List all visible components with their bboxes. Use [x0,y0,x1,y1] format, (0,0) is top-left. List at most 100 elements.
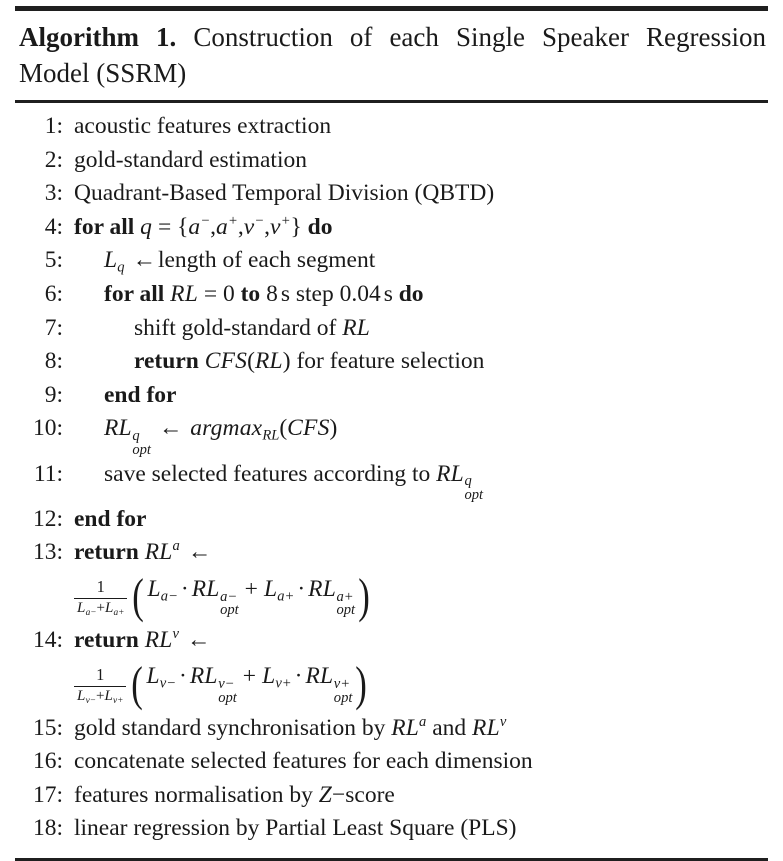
keyword-to: to [240,280,261,307]
algorithm-line-1: 1 acoustic features extraction [17,110,766,144]
term2-scripts: v+ opt [334,677,353,705]
line3-text: Quadrant-Based Temporal Division (QBTD) [74,180,495,207]
term2-L-sub: v+ [275,676,292,693]
arg-CFS: CFS [287,415,330,442]
term2-L-sub: a+ [277,588,295,605]
step-label: step [295,280,334,307]
line-number: 11 [17,458,63,492]
term2-sub: opt [333,689,353,706]
term1-RL: RL [191,575,220,602]
line-content: return RLa ← [63,536,766,570]
algorithm-line-3: 3 Quadrant-Based Temporal Division (QBTD… [17,177,766,211]
term1-scripts: v− opt [218,677,237,705]
set-elem-2-sup: + [228,212,238,229]
function-cfs: CFS [204,348,248,375]
var-RL: RL [144,626,173,653]
line-content: acoustic features extraction [63,110,766,144]
algorithm-line-16: 16 concatenate selected features for eac… [17,745,766,779]
fraction-coefficient-v: 1 Lv−+Lv+ [74,664,127,706]
assign-arrow: ← [187,539,212,566]
set-elem-4: v [270,213,281,240]
bottom-rule [15,857,768,861]
term2-RL: RL [308,575,336,602]
algorithm-line-10: 10 RLqopt ← argmaxRL(CFS) [17,412,766,457]
keyword-return: return [74,626,139,653]
line-content: Quadrant-Based Temporal Division (QBTD) [63,177,766,211]
term1-sub: opt [218,689,237,706]
line-content: concatenate selected features for each d… [63,745,766,779]
term2-L: L [262,663,276,690]
line-content: return RLv ← [63,624,766,658]
multiply-dot: · [294,663,303,690]
line-content: for all q = }{a−,a+,v−,v+} do [74,212,333,240]
line-number: 3 [17,177,63,211]
term2-RL: RL [305,663,334,690]
line15-text: gold standard synchronisation by [74,714,386,741]
term1-L: L [146,663,160,690]
algorithm-title: Algorithm 1. Construction of each Single… [15,11,768,97]
algorithm-line-14: 14 return RLv ← [17,624,766,658]
line5-text: length of each segment [157,247,376,274]
line-content: gold standard synchronisation by RLa and… [63,712,766,746]
den-L1-sub: v− [85,695,96,706]
formula-a-body: La− · RL a− opt + La+ · RL a+ opt [147,576,357,618]
algorithm-line-13-formula: 1 La−+La+ ( La− · RL a− opt + La+ · RL a+ opt ) [17,570,766,624]
algorithm-line-11: 11 save selected features according to R… [17,458,766,503]
line-number: 9 [17,379,63,413]
keyword-for-all: for all [104,280,165,307]
equals-sign: = [203,280,218,307]
line16-text: concatenate selected features for each d… [74,748,533,775]
line-number: 6 [17,278,63,312]
term2-scripts: a+ opt [336,589,355,618]
line-content: return CFS(RL) for feature selection [134,348,485,375]
var-Z: Z [318,781,333,808]
keyword-do: do [398,280,424,307]
set-elem-3-sup: − [254,212,265,229]
algorithm-line-5: 5 Lq ←length of each segment [17,244,766,278]
assign-arrow: ← [186,626,211,653]
multiply-dot: · [179,663,187,690]
sup-a: a [172,538,180,555]
line-content: end for [63,503,766,537]
fraction-numerator: 1 [96,664,105,684]
set-elem-1: a [188,213,201,240]
algorithm-line-6: 6 for all RL = 0 to 8s step 0.04s do [17,278,766,312]
line17-text: features normalisation by [74,781,313,808]
sub-opt: opt [464,486,484,503]
multiply-dot: · [180,575,189,602]
algorithm-line-18: 18 linear regression by Partial Least Sq… [17,812,766,846]
keyword-for-all: for all [74,213,135,240]
arg-RL: RL [254,348,283,375]
score-suffix: −score [332,781,395,808]
set-elem-3: v [243,213,255,240]
term1-L: L [147,575,161,602]
step-value: 0.04 [339,280,381,307]
line-content: linear regression by Partial Least Squar… [63,812,766,846]
loop-end: 8 [266,280,278,307]
unit-seconds-2: s [383,280,393,307]
sup-v: v [172,625,180,642]
paren-close-large: ) [355,657,368,711]
line-content: Lq ←length of each segment [63,244,766,278]
line-number: 1 [17,110,63,144]
term2-L: L [263,575,278,602]
line-content: for all RL = 0 to 8s step 0.04 s do [63,278,766,312]
formula-v-body: Lv− · RL v− opt + Lv+ · RL v+ opt [145,663,353,705]
algorithm-line-15: 15 gold standard synchronisation by RLa … [17,712,766,746]
algorithm-line-8: 8 return CFS(RL) for feature selection [17,345,766,379]
term1-L-sub: v− [159,676,177,693]
line-number: 2 [17,144,63,178]
den-plus: + [96,599,105,616]
var-RL: RL [170,280,198,307]
keyword-end-for: end for [104,381,177,408]
algorithm-line-4: 4 for all q = }{a−,a+,v−,v+} do [17,211,766,245]
argmax-sub: RL [262,428,280,444]
rl-opt-q-scripts: q opt [464,474,483,502]
algorithm-line-14-formula: 1 Lv−+Lv+ ( Lv− · RL v− opt + Lv+ · RL v+ opt ) [17,658,766,712]
line2-text: gold-standard estimation [74,146,307,173]
algorithm-line-2: 2 gold-standard estimation [17,144,766,178]
algorithm-line-7: 7 shift gold-standard of RL [17,312,766,346]
line-content: shift gold-standard of RL [63,312,766,346]
loop-start: 0 [222,280,235,307]
set-elem-2: a [216,213,228,240]
